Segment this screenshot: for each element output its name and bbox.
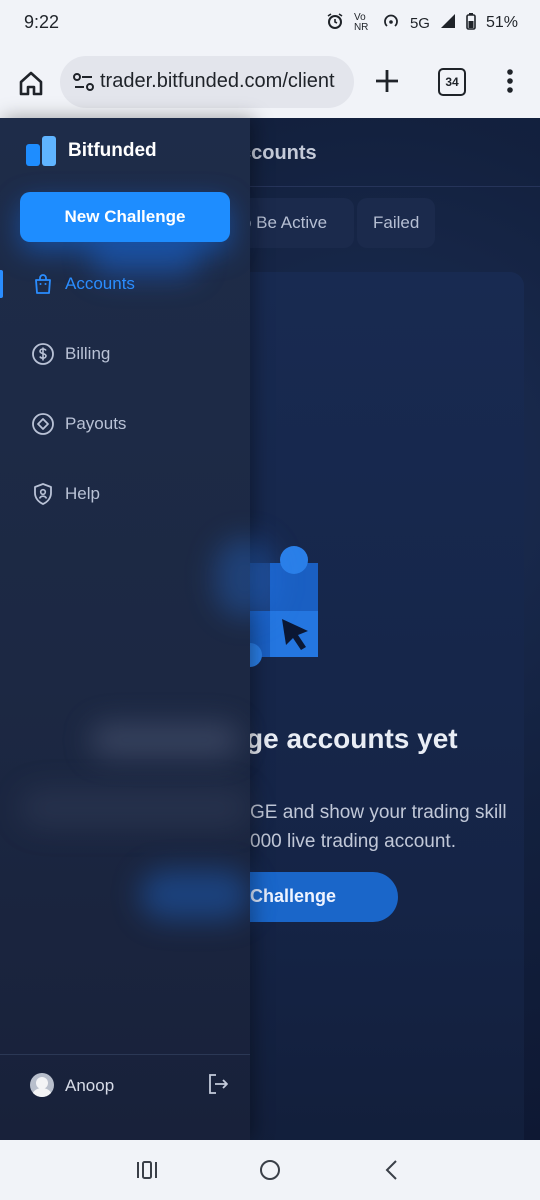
bag-icon [35, 274, 51, 294]
sidebar-item-label: Billing [65, 344, 111, 363]
new-challenge-button[interactable]: New Challenge [20, 192, 230, 242]
new-tab-button[interactable] [374, 68, 400, 94]
network-label: 5G [409, 14, 430, 32]
site-settings-icon[interactable] [72, 72, 96, 92]
home-icon [19, 71, 43, 96]
back-icon[interactable] [380, 1158, 404, 1182]
status-icons: Vo NR 5G 51% [326, 12, 518, 34]
tab-switcher-button[interactable]: 34 [438, 68, 466, 96]
bitfunded-logo-icon [26, 136, 56, 166]
decorative-blur [215, 538, 275, 618]
sidebar-item-billing[interactable]: Billing [0, 334, 250, 374]
address-bar[interactable]: trader.bitfunded.com/client [60, 56, 354, 108]
sidebar: Bitfunded New Challenge Accounts Billing… [0, 118, 275, 1140]
page-title: ccounts [240, 142, 317, 164]
recent-apps-icon[interactable] [135, 1158, 159, 1182]
signal-icon [440, 13, 456, 33]
battery-level: 51% [485, 14, 518, 31]
hotspot-icon [382, 12, 400, 34]
brand-logo[interactable]: Bitfunded [24, 134, 157, 168]
empty-desc-line2: 000 live trading account. [250, 831, 456, 852]
sidebar-item-payouts[interactable]: Payouts [0, 404, 250, 444]
alarm-icon [326, 12, 344, 34]
empty-state-description: GE and show your trading skill 000 live … [250, 798, 507, 856]
sidebar-item-accounts[interactable]: Accounts [0, 264, 250, 304]
browser-menu-button[interactable] [500, 66, 520, 96]
user-profile[interactable]: Anoop [30, 1072, 230, 1104]
url-text[interactable]: trader.bitfunded.com/client [100, 70, 350, 93]
header-divider [250, 186, 540, 187]
filter-tab-failed[interactable]: Failed [357, 198, 436, 248]
decorative-blur [140, 870, 250, 920]
dollar-circle-icon [32, 343, 54, 365]
accounts-card [228, 272, 524, 1140]
home-button[interactable] [16, 68, 46, 98]
empty-desc-line1: GE and show your trading skill [250, 802, 507, 823]
sidebar-item-help[interactable]: Help [0, 474, 250, 514]
logout-icon[interactable] [206, 1072, 230, 1096]
sidebar-item-label: Accounts [65, 274, 135, 293]
user-name: Anoop [65, 1076, 115, 1095]
brand-name: Bitfunded [68, 140, 157, 161]
decorative-blur [20, 788, 250, 828]
volte-label: Vo NR [353, 12, 369, 33]
sidebar-item-label: Payouts [65, 414, 127, 433]
status-bar: 9:22 Vo NR 5G 51% [0, 0, 540, 46]
plus-icon [376, 70, 398, 92]
sidebar-divider [0, 1054, 250, 1055]
home-circle-icon[interactable] [258, 1158, 282, 1182]
start-challenge-label: Challenge [250, 886, 337, 906]
diamond-circle-icon [32, 413, 54, 435]
status-time: 9:22 [24, 12, 60, 32]
browser-toolbar: trader.bitfunded.com/client 34 [0, 46, 540, 118]
decorative-blur [90, 723, 240, 757]
sidebar-item-label: Help [65, 484, 100, 503]
avatar [30, 1073, 54, 1097]
system-nav-bar [0, 1140, 540, 1200]
active-indicator [0, 270, 3, 298]
more-vertical-icon [507, 69, 513, 93]
battery-icon [466, 12, 476, 34]
empty-state-title: ge accounts yet [246, 723, 458, 754]
help-shield-icon [34, 483, 52, 505]
